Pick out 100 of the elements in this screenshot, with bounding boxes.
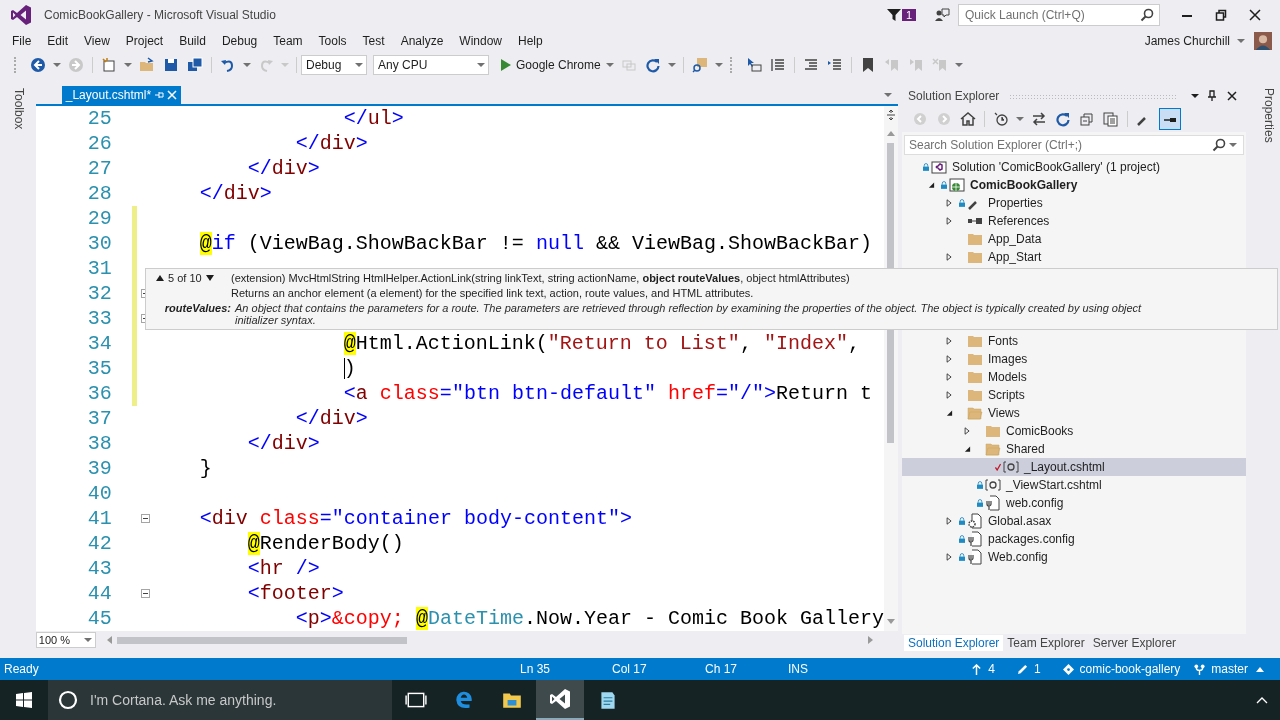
tree-item[interactable]: Models bbox=[901, 368, 1247, 386]
browser-icon[interactable] bbox=[453, 689, 475, 711]
platform-dropdown[interactable]: Any CPU bbox=[373, 55, 489, 75]
menu-item[interactable]: View bbox=[76, 32, 118, 50]
play-icon[interactable] bbox=[501, 59, 511, 71]
restore-icon[interactable] bbox=[1215, 9, 1227, 21]
pencil-icon[interactable] bbox=[1016, 663, 1028, 675]
collapse-all-icon[interactable] bbox=[1078, 111, 1095, 127]
tree-item[interactable]: web.config bbox=[901, 494, 1247, 512]
collapsed-arrow-icon[interactable] bbox=[946, 199, 954, 207]
visual-studio-logo[interactable] bbox=[549, 688, 571, 710]
menu-item[interactable]: Edit bbox=[39, 32, 77, 50]
quick-launch-field[interactable]: Quick Launch (Ctrl+Q) bbox=[958, 4, 1160, 26]
select-icon[interactable] bbox=[745, 57, 762, 73]
collapsed-arrow-icon[interactable] bbox=[946, 517, 954, 525]
home-icon[interactable] bbox=[959, 111, 976, 127]
collapsed-arrow-icon[interactable] bbox=[946, 373, 954, 381]
user-name[interactable]: James Churchill bbox=[1144, 34, 1230, 48]
collapsed-arrow-icon[interactable] bbox=[946, 337, 954, 345]
menu-item[interactable]: Help bbox=[510, 32, 551, 50]
menu-item[interactable]: Debug bbox=[213, 32, 266, 50]
indent-icon[interactable] bbox=[802, 57, 819, 73]
search-icon[interactable] bbox=[1140, 8, 1154, 22]
expanded-arrow-icon[interactable] bbox=[928, 181, 936, 189]
collapsed-arrow-icon[interactable] bbox=[946, 355, 954, 363]
branch-icon[interactable] bbox=[1194, 663, 1206, 675]
repository-name[interactable]: comic-book-gallery bbox=[1079, 662, 1181, 676]
menu-item[interactable]: Team bbox=[265, 32, 311, 50]
expanded-arrow-icon[interactable] bbox=[946, 409, 954, 417]
new-project-icon[interactable] bbox=[101, 57, 117, 73]
filter-icon[interactable] bbox=[885, 7, 902, 23]
tree-item[interactable]: References bbox=[901, 212, 1247, 230]
search-field[interactable]: Search Solution Explorer (Ctrl+;) bbox=[903, 135, 1245, 155]
tree-item[interactable]: App_Data bbox=[901, 230, 1247, 248]
scroll-up-icon[interactable] bbox=[886, 131, 895, 136]
up-arrow-icon[interactable] bbox=[971, 663, 983, 675]
unpushed-count[interactable]: 4 bbox=[988, 662, 995, 676]
avatar-icon[interactable] bbox=[1254, 32, 1272, 50]
tree-item[interactable]: _Layout.cshtml bbox=[901, 458, 1247, 476]
close-icon[interactable] bbox=[1226, 90, 1239, 102]
expanded-arrow-icon[interactable] bbox=[964, 445, 972, 453]
configuration-dropdown[interactable]: Debug bbox=[301, 55, 367, 75]
tree-item[interactable]: Solution 'ComicBookGallery' (1 project) bbox=[901, 158, 1247, 176]
tree-item[interactable]: Properties bbox=[901, 194, 1247, 212]
find-in-files-icon[interactable] bbox=[691, 57, 708, 73]
cortana-search-field[interactable]: I'm Cortana. Ask me anything. bbox=[48, 680, 392, 720]
caret-up-icon[interactable] bbox=[1256, 666, 1264, 672]
collapse-icon[interactable] bbox=[140, 589, 150, 598]
collapsed-arrow-icon[interactable] bbox=[946, 217, 954, 225]
close-icon[interactable] bbox=[1249, 9, 1261, 21]
panel-tab[interactable]: Server Explorer bbox=[1088, 635, 1181, 651]
outdent-icon[interactable] bbox=[826, 57, 843, 73]
feedback-icon[interactable] bbox=[934, 7, 950, 23]
menu-item[interactable]: Test bbox=[354, 32, 393, 50]
history-icon[interactable] bbox=[992, 111, 1009, 127]
menu-item[interactable]: Tools bbox=[310, 32, 355, 50]
next-overload-icon[interactable] bbox=[205, 275, 214, 281]
zoom-dropdown[interactable]: 100 % bbox=[35, 632, 96, 648]
show-all-files-icon[interactable] bbox=[1102, 111, 1119, 127]
diamond-icon[interactable] bbox=[1062, 663, 1074, 675]
split-icon[interactable] bbox=[885, 110, 896, 120]
save-icon[interactable] bbox=[163, 57, 179, 73]
refresh-icon[interactable] bbox=[644, 57, 661, 73]
back-icon[interactable] bbox=[30, 57, 46, 73]
tree-item[interactable]: Views bbox=[901, 404, 1247, 422]
tree-item[interactable]: Images bbox=[901, 350, 1247, 368]
tree-item[interactable]: packages.config bbox=[901, 530, 1247, 548]
list-icon[interactable] bbox=[769, 57, 786, 73]
collapsed-arrow-icon[interactable] bbox=[964, 427, 972, 435]
collapsed-arrow-icon[interactable] bbox=[946, 553, 954, 561]
tree-item[interactable]: Shared bbox=[901, 440, 1247, 458]
open-folder-icon[interactable] bbox=[139, 57, 155, 73]
collapse-icon[interactable] bbox=[140, 514, 150, 523]
visual-studio-taskbar-button[interactable] bbox=[536, 680, 584, 720]
caret-icon[interactable] bbox=[1191, 94, 1200, 98]
tree-item[interactable]: Fonts bbox=[901, 332, 1247, 350]
collapsed-arrow-icon[interactable] bbox=[946, 253, 954, 261]
properties-tab[interactable]: Properties bbox=[1250, 86, 1280, 652]
preview-icon[interactable] bbox=[1159, 109, 1180, 129]
menu-item[interactable]: Analyze bbox=[392, 32, 452, 50]
chevron-up-icon[interactable] bbox=[1256, 696, 1268, 704]
start-button[interactable]: Google Chrome bbox=[495, 56, 603, 74]
menu-item[interactable]: Build bbox=[171, 32, 214, 50]
tree-item[interactable]: ComicBookGallery bbox=[901, 176, 1247, 194]
tree-item[interactable]: App_Start bbox=[901, 248, 1247, 266]
panel-tab[interactable]: Team Explorer bbox=[1003, 635, 1089, 651]
scroll-down-icon[interactable] bbox=[886, 619, 895, 624]
cortana-icon[interactable] bbox=[58, 690, 78, 710]
tree-item[interactable]: _ViewStart.cshtml bbox=[901, 476, 1247, 494]
refresh-icon[interactable] bbox=[1054, 111, 1071, 127]
tree-item[interactable]: ComicBooks bbox=[901, 422, 1247, 440]
menu-item[interactable]: Window bbox=[451, 32, 510, 50]
panel-tab[interactable]: Solution Explorer bbox=[903, 635, 1004, 651]
start-icon[interactable] bbox=[16, 692, 32, 708]
pin-icon[interactable] bbox=[1206, 90, 1219, 102]
save-all-icon[interactable] bbox=[187, 57, 203, 73]
undo-icon[interactable] bbox=[220, 57, 236, 73]
sync-icon[interactable] bbox=[1030, 111, 1047, 127]
tree-item[interactable]: Global.asax bbox=[901, 512, 1247, 530]
tree-item[interactable]: Web.config bbox=[901, 548, 1247, 566]
